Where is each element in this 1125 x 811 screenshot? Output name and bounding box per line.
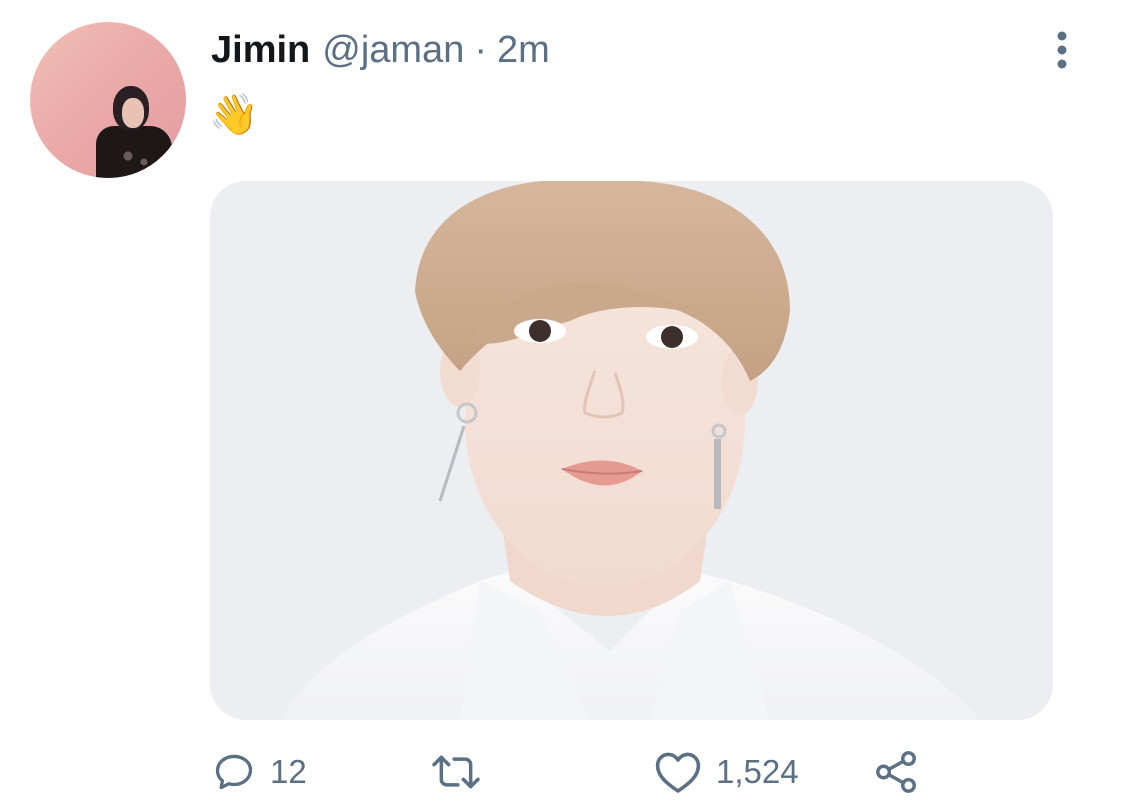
photo-portrait bbox=[210, 181, 1053, 720]
heart-icon bbox=[655, 752, 701, 793]
retweet-icon bbox=[432, 755, 480, 789]
reply-button[interactable]: 12 bbox=[212, 744, 307, 800]
header-separator: · bbox=[474, 29, 487, 71]
tweet-text: 👋 bbox=[209, 92, 259, 138]
avatar-figure-face bbox=[122, 98, 144, 128]
reply-count: 12 bbox=[270, 753, 307, 790]
user-handle[interactable]: @jaman bbox=[322, 28, 464, 72]
more-vertical-icon[interactable] bbox=[1045, 28, 1079, 72]
tweet-actions: 12 1,524 bbox=[210, 744, 1053, 800]
tweet-header: Jimin @jaman · 2m bbox=[211, 28, 550, 72]
like-button[interactable]: 1,524 bbox=[654, 744, 799, 800]
tweet-card[interactable]: Jimin @jaman · 2m 👋 12 1,524 bbox=[0, 0, 1125, 811]
tweet-media-photo[interactable] bbox=[210, 181, 1053, 720]
avatar-figure-pattern bbox=[116, 144, 156, 174]
share-button[interactable] bbox=[874, 744, 920, 800]
retweet-button[interactable] bbox=[428, 744, 484, 800]
display-name[interactable]: Jimin bbox=[211, 28, 310, 72]
reply-icon bbox=[215, 754, 253, 790]
avatar[interactable] bbox=[30, 22, 186, 178]
timestamp[interactable]: 2m bbox=[497, 28, 550, 72]
share-icon bbox=[876, 751, 916, 793]
like-count: 1,524 bbox=[716, 753, 799, 790]
